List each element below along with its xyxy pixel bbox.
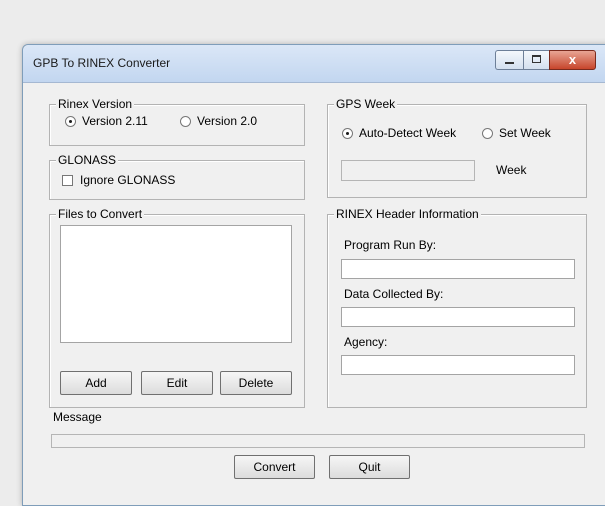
radio-set-week-label[interactable]: Set Week (499, 126, 551, 140)
edit-button[interactable]: Edit (141, 371, 213, 395)
convert-button[interactable]: Convert (234, 455, 315, 479)
agency-label: Agency: (344, 335, 388, 349)
radio-version-211[interactable] (65, 116, 76, 127)
maximize-icon (532, 55, 541, 63)
quit-button[interactable]: Quit (329, 455, 410, 479)
converter-window: GPB To RINEX Converter x Rinex Version V… (22, 44, 605, 506)
rinex-header-legend: RINEX Header Information (334, 207, 481, 221)
radio-version-211-label[interactable]: Version 2.11 (82, 114, 148, 128)
close-icon: x (568, 52, 577, 67)
agency-input[interactable] (341, 355, 575, 375)
files-listbox[interactable] (60, 225, 292, 343)
message-field (51, 434, 585, 448)
minimize-icon (505, 62, 514, 64)
glonass-legend: GLONASS (56, 153, 119, 167)
radio-version-20[interactable] (180, 116, 191, 127)
radio-auto-detect-week[interactable] (342, 128, 353, 139)
rinex-header-group: RINEX Header Information Program Run By:… (327, 207, 587, 408)
gps-week-group: GPS Week Auto-Detect Week Set Week Week (327, 97, 587, 198)
program-run-by-label: Program Run By: (344, 238, 437, 252)
title-bar[interactable]: GPB To RINEX Converter x (23, 45, 605, 83)
radio-auto-detect-week-label[interactable]: Auto-Detect Week (359, 126, 456, 140)
week-input[interactable] (341, 160, 475, 181)
window-title: GPB To RINEX Converter (33, 56, 171, 70)
minimize-button[interactable] (495, 50, 523, 70)
glonass-group: GLONASS Ignore GLONASS (49, 153, 305, 200)
files-group: Files to Convert Add Edit Delete (49, 207, 305, 408)
ignore-glonass-label[interactable]: Ignore GLONASS (80, 173, 175, 187)
maximize-button[interactable] (523, 50, 551, 70)
rinex-version-group: Rinex Version Version 2.11 Version 2.0 (49, 97, 305, 146)
files-legend: Files to Convert (56, 207, 145, 221)
radio-set-week[interactable] (482, 128, 493, 139)
data-collected-by-input[interactable] (341, 307, 575, 327)
close-button[interactable]: x (549, 50, 596, 70)
radio-version-20-label[interactable]: Version 2.0 (197, 114, 257, 128)
delete-button[interactable]: Delete (220, 371, 292, 395)
rinex-version-legend: Rinex Version (56, 97, 135, 111)
message-label: Message (53, 410, 102, 424)
program-run-by-input[interactable] (341, 259, 575, 279)
week-label: Week (496, 163, 527, 177)
data-collected-by-label: Data Collected By: (344, 287, 444, 301)
add-button[interactable]: Add (60, 371, 132, 395)
gps-week-legend: GPS Week (334, 97, 398, 111)
ignore-glonass-checkbox[interactable] (62, 175, 73, 186)
